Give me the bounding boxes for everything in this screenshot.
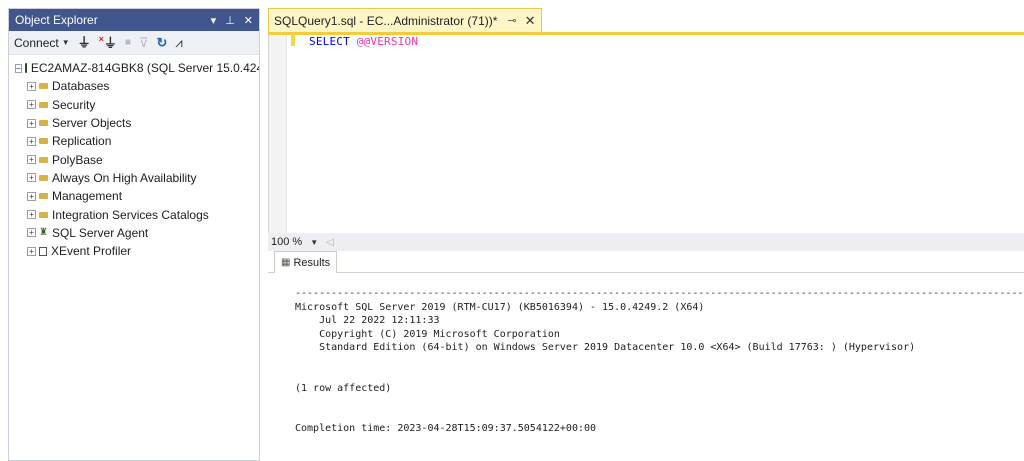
chevron-down-icon[interactable]: ▼ [310,238,318,247]
chevron-down-icon: ▼ [61,38,70,47]
completion-time: Completion time: 2023-04-28T15:09:37.505… [295,423,597,434]
object-explorer-panel: Object Explorer ▾ ⊥ ✕ Connect ▼ ⏚ ×⏚ ■ ⊽… [8,8,260,461]
expand-icon[interactable]: + [27,155,36,165]
folder-icon [39,174,48,181]
expand-icon[interactable]: + [27,173,36,183]
pin-icon[interactable]: ⊸ [507,14,516,27]
stop-icon[interactable]: ■ [125,37,131,48]
scroll-left-icon[interactable]: ◁ [326,237,334,248]
expand-icon[interactable]: + [27,81,36,91]
server-icon [24,63,27,74]
zoom-bar: 100 % ▼ ◁ [268,233,1024,251]
folder-icon [39,211,48,218]
code-line[interactable]: SELECT @@VERSION [309,35,418,48]
tree-node-management[interactable]: + Management [9,187,259,205]
tree-node-always-on[interactable]: + Always On High Availability [9,169,259,187]
folder-icon [39,193,48,200]
tree-node-polybase[interactable]: + PolyBase [9,150,259,168]
tree-node-label: Replication [52,134,112,149]
sql-keyword: SELECT [309,35,350,48]
refresh-icon[interactable]: ↻ [156,36,167,49]
query-editor[interactable]: SELECT @@VERSION [268,35,1024,233]
tree-node-label: Security [52,97,96,112]
tree-node-label: SQL Server Agent [51,225,149,240]
activity-icon[interactable]: ⩘ [175,36,182,49]
plug-icon[interactable]: ⏚ [78,36,91,49]
results-line: Microsoft SQL Server 2019 (RTM-CU17) (KB… [295,301,705,313]
expand-icon[interactable]: + [27,118,36,128]
tree-node-sql-agent[interactable]: + ♜ SQL Server Agent [9,224,259,242]
xevent-icon [39,246,47,256]
ssms-window: Object Explorer ▾ ⊥ ✕ Connect ▼ ⏚ ×⏚ ■ ⊽… [0,0,1024,461]
tree-node-label: XEvent Profiler [51,244,132,259]
pin-icon[interactable]: ⊥ [225,14,235,27]
expand-icon[interactable]: + [27,228,36,238]
close-icon[interactable]: ✕ [525,13,536,29]
object-explorer-title: Object Explorer [15,13,98,27]
tree-node-integration-services[interactable]: + Integration Services Catalogs [9,205,259,223]
dropdown-icon[interactable]: ▾ [211,14,217,27]
tree-node-replication[interactable]: + Replication [9,132,259,150]
results-separator: ----------------------------------------… [295,288,1024,299]
tree-node-label: Server Objects [52,116,132,131]
results-line: Jul 22 2022 12:11:33 [295,315,440,326]
folder-icon [39,138,48,145]
change-indicator [291,35,295,46]
agent-icon: ♜ [39,227,48,239]
connect-label: Connect [14,35,59,50]
results-tab-label: Results [293,256,331,269]
editor-margin [269,35,287,233]
tab-results[interactable]: ▦ Results [274,251,338,273]
close-icon[interactable]: ✕ [244,14,253,27]
server-node[interactable]: − EC2AMAZ-814GBK8 (SQL Server 15.0.424 [9,59,259,77]
expand-icon[interactable]: + [27,100,36,110]
rows-affected: (1 row affected) [295,382,392,394]
folder-icon [39,101,48,108]
results-pane: ----------------------------------------… [268,273,1024,461]
tree-node-label: Management [52,189,123,204]
results-tab-bar: ▦ Results [268,251,1024,273]
tree-node-label: Databases [52,79,110,94]
tree-node-databases[interactable]: + Databases [9,77,259,95]
expand-icon[interactable]: + [27,246,36,256]
sql-system-variable: @@VERSION [356,35,419,48]
tree-node-label: PolyBase [52,152,103,167]
object-explorer-titlebar: Object Explorer ▾ ⊥ ✕ [9,9,259,31]
tree-node-label: Always On High Availability [52,170,197,185]
zoom-level[interactable]: 100 % [271,236,302,248]
connect-button[interactable]: Connect ▼ [14,36,70,50]
expand-icon[interactable]: + [27,210,36,220]
expand-icon[interactable]: + [27,191,36,201]
folder-icon [39,83,48,90]
query-tab[interactable]: SQLQuery1.sql - EC...Administrator (71))… [268,8,542,32]
filter-icon[interactable]: ⊽ [139,36,149,49]
folder-icon [39,156,48,163]
tree-node-label: Integration Services Catalogs [52,207,209,222]
query-tab-title: SQLQuery1.sql - EC...Administrator (71))… [274,13,498,28]
results-text: ----------------------------------------… [295,287,1024,436]
server-label: EC2AMAZ-814GBK8 (SQL Server 15.0.424 [30,61,260,76]
expand-icon[interactable]: + [27,136,36,146]
folder-icon [39,120,48,127]
tree-node-server-objects[interactable]: + Server Objects [9,114,259,132]
object-explorer-toolbar: Connect ▼ ⏚ ×⏚ ■ ⊽ ↻ ⩘ [9,31,259,55]
disconnect-icon[interactable]: ×⏚ [99,35,117,50]
results-line: Copyright (C) 2019 Microsoft Corporation [295,328,560,340]
results-line: Standard Edition (64-bit) on Windows Ser… [295,342,916,353]
object-explorer-tree: − EC2AMAZ-814GBK8 (SQL Server 15.0.424 +… [9,55,259,260]
tree-node-xevent-profiler[interactable]: + XEvent Profiler [9,242,259,260]
collapse-icon[interactable]: − [15,63,22,73]
grid-icon: ▦ [281,257,291,268]
tree-node-security[interactable]: + Security [9,96,259,114]
